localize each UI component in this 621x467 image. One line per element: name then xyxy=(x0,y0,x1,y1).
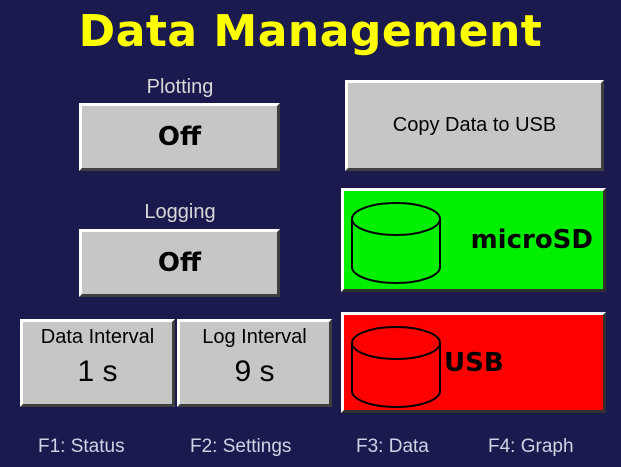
fkey-status[interactable]: F1: Status xyxy=(38,436,125,458)
usb-storage-cylinder-icon xyxy=(351,326,441,408)
copy-data-to-usb-button[interactable]: Copy Data to USB xyxy=(345,80,604,171)
logging-toggle-button[interactable]: Off xyxy=(79,229,280,297)
plotting-label: Plotting xyxy=(146,76,214,98)
copy-data-label: Copy Data to USB xyxy=(392,114,557,136)
plotting-value: Off xyxy=(157,122,202,152)
log-interval-value: 9 s xyxy=(234,355,275,388)
data-interval-value: 1 s xyxy=(77,355,118,388)
function-key-bar: F1: Status F2: Settings F3: Data F4: Gra… xyxy=(0,436,621,462)
log-interval-button[interactable]: Log Interval 9 s xyxy=(177,319,332,407)
data-management-screen: Data Management Plotting Off Logging Off… xyxy=(0,0,621,467)
data-interval-button[interactable]: Data Interval 1 s xyxy=(20,319,175,407)
fkey-graph[interactable]: F4: Graph xyxy=(488,436,574,458)
fkey-data[interactable]: F3: Data xyxy=(356,436,429,458)
data-interval-label: Data Interval xyxy=(40,326,155,348)
log-interval-label: Log Interval xyxy=(202,326,307,348)
microsd-storage-cylinder-icon xyxy=(351,202,441,284)
logging-label: Logging xyxy=(144,201,216,223)
microsd-button[interactable]: microSD xyxy=(341,188,606,292)
fkey-settings[interactable]: F2: Settings xyxy=(190,436,291,458)
usb-button[interactable]: USB xyxy=(341,312,606,413)
logging-value: Off xyxy=(157,248,202,278)
plotting-toggle-button[interactable]: Off xyxy=(79,103,280,171)
page-title: Data Management xyxy=(78,6,543,57)
microsd-label: microSD xyxy=(470,225,593,255)
usb-label: USB xyxy=(444,347,504,378)
